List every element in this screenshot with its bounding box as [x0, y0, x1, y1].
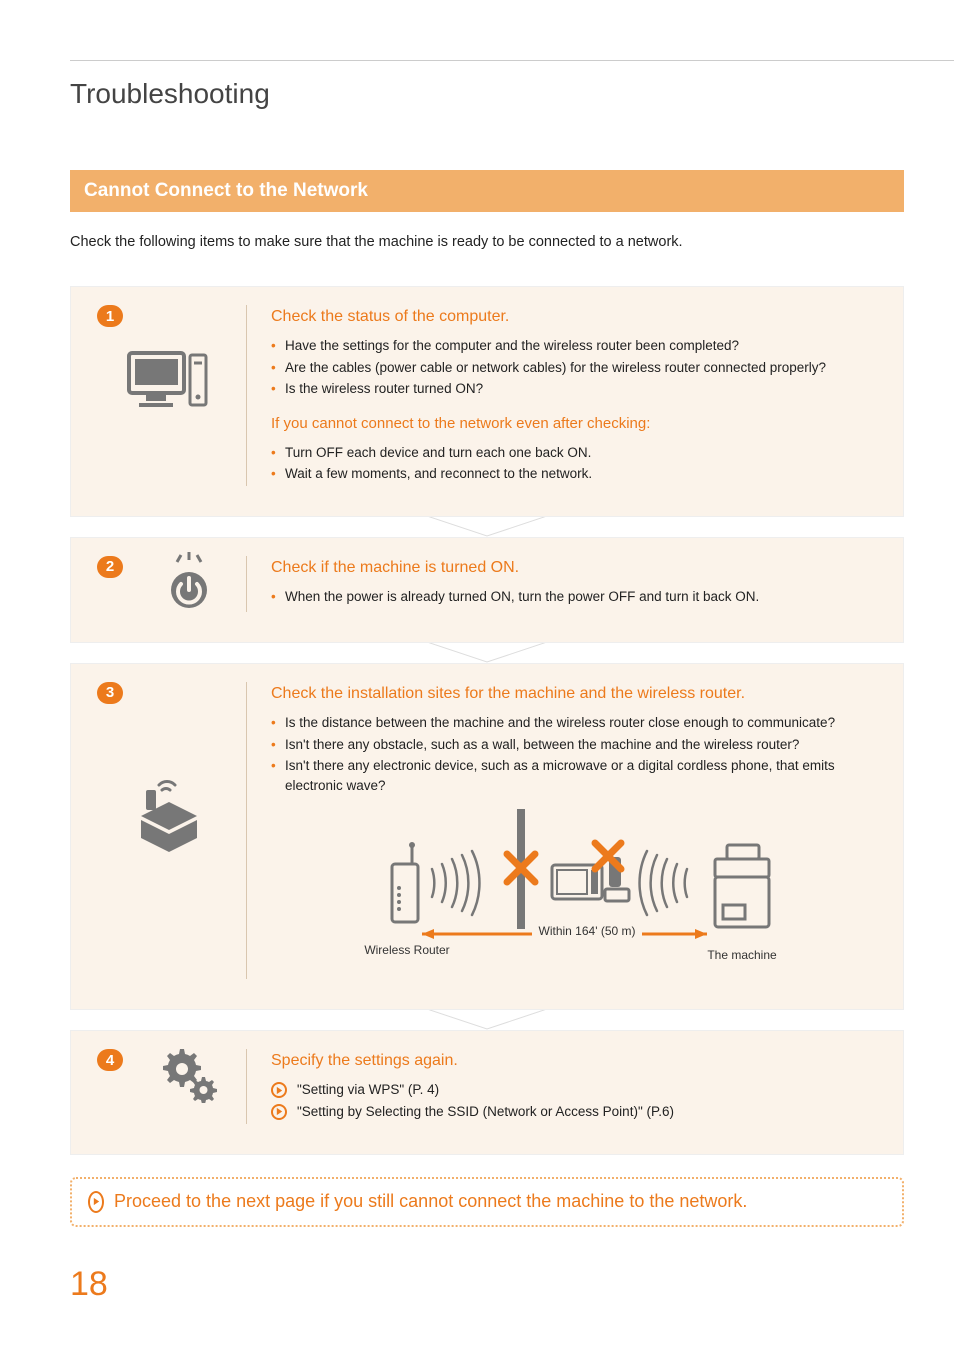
step-heading: Check the status of the computer.	[271, 305, 883, 328]
step-4: 4 Specify the settings again. "Setting v…	[70, 1030, 904, 1154]
notice-text: Proceed to the next page if you still ca…	[114, 1191, 747, 1212]
step-1: 1 Check the status of the computer. Have…	[70, 286, 904, 517]
proceed-notice: Proceed to the next page if you still ca…	[70, 1177, 904, 1227]
computer-icon	[91, 345, 246, 415]
link-text: "Setting via WPS" (P. 4)	[297, 1080, 439, 1100]
step-subheading: If you cannot connect to the network eve…	[271, 413, 883, 435]
machine-wireless-icon	[91, 772, 246, 862]
step-connector	[70, 642, 904, 664]
bullet: Have the settings for the computer and t…	[271, 336, 883, 356]
distance-label: Within 164' (50 m)	[539, 924, 636, 938]
distance-diagram: Within 164' (50 m) Wireless Router The m…	[271, 809, 883, 979]
step-heading: Check the installation sites for the mac…	[271, 682, 883, 705]
bullet: Turn OFF each device and turn each one b…	[271, 443, 883, 463]
step-heading: Specify the settings again.	[271, 1049, 883, 1072]
bullet: Is the wireless router turned ON?	[271, 379, 883, 399]
link-text: "Setting by Selecting the SSID (Network …	[297, 1102, 674, 1122]
arrow-right-icon	[88, 1191, 104, 1213]
bullet: When the power is already turned ON, tur…	[271, 587, 883, 607]
router-label: Wireless Router	[364, 943, 449, 957]
link-row[interactable]: "Setting by Selecting the SSID (Network …	[271, 1102, 883, 1122]
step-badge-1: 1	[97, 305, 123, 327]
section-heading: Cannot Connect to the Network	[70, 170, 904, 212]
bullet: Isn't there any electronic device, such …	[271, 756, 883, 795]
step-connector	[70, 516, 904, 538]
power-icon	[111, 552, 266, 612]
step-connector	[70, 1009, 904, 1031]
bullet: Wait a few moments, and reconnect to the…	[271, 464, 883, 484]
link-row[interactable]: "Setting via WPS" (P. 4)	[271, 1080, 883, 1100]
arrow-right-icon	[271, 1104, 287, 1120]
bullet: Isn't there any obstacle, such as a wall…	[271, 735, 883, 755]
bullet: Are the cables (power cable or network c…	[271, 358, 883, 378]
bullet: Is the distance between the machine and …	[271, 713, 883, 733]
step-badge-3: 3	[97, 682, 123, 704]
step-3: 3 Check the installation sites for the m…	[70, 663, 904, 1010]
intro-text: Check the following items to make sure t…	[70, 234, 904, 250]
gears-icon	[111, 1045, 266, 1103]
page-title: Troubleshooting	[70, 78, 904, 110]
arrow-right-icon	[271, 1082, 287, 1098]
page-number: 18	[70, 1265, 108, 1304]
step-heading: Check if the machine is turned ON.	[271, 556, 883, 579]
step-2: 2 Check if the machine is turned ON. Whe…	[70, 537, 904, 643]
machine-label: The machine	[707, 948, 777, 962]
